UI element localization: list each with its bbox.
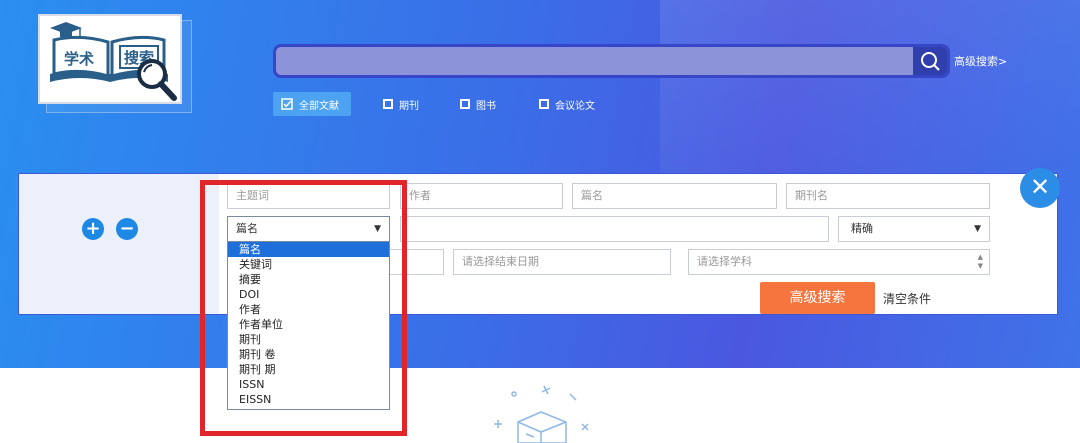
dropdown-option-abstract[interactable]: 摘要 bbox=[228, 272, 389, 287]
search-bar bbox=[273, 44, 950, 78]
dropdown-option-eissn[interactable]: EISSN bbox=[228, 392, 389, 407]
dropdown-option-keyword[interactable]: 关键词 bbox=[228, 257, 389, 272]
panel-left-area: + − bbox=[19, 174, 219, 314]
filter-journal-label: 期刊 bbox=[399, 100, 419, 112]
dropdown-option-author[interactable]: 作者 bbox=[228, 302, 389, 317]
dropdown-option-issn[interactable]: ISSN bbox=[228, 377, 389, 392]
checkbox-checked-icon bbox=[281, 98, 293, 110]
filter-conference-label: 会议论文 bbox=[555, 100, 595, 112]
title-field[interactable]: 篇名 bbox=[572, 183, 777, 209]
dropdown-option-affiliation[interactable]: 作者单位 bbox=[228, 317, 389, 332]
advanced-search-button[interactable]: 高级搜索 bbox=[760, 282, 875, 314]
advanced-search-link[interactable]: 高级搜索> bbox=[954, 53, 1007, 69]
dropdown-option-title[interactable]: 篇名 bbox=[228, 242, 389, 257]
dropdown-option-journal-issue[interactable]: 期刊 期 bbox=[228, 362, 389, 377]
spinner-icon: ▲ ▼ bbox=[977, 253, 983, 270]
filter-book[interactable]: 图书 bbox=[460, 92, 496, 116]
filter-conference[interactable]: 会议论文 bbox=[539, 92, 595, 116]
checkbox-icon bbox=[539, 99, 549, 109]
clear-conditions-link[interactable]: 清空条件 bbox=[883, 290, 931, 307]
dropdown-arrow-icon: ▼ bbox=[974, 224, 981, 234]
search-button[interactable] bbox=[913, 47, 947, 75]
logo-text-left: 学术 bbox=[64, 50, 94, 68]
dropdown-option-journal[interactable]: 期刊 bbox=[228, 332, 389, 347]
checkbox-icon bbox=[460, 99, 470, 109]
search-field-select-value: 篇名 bbox=[236, 222, 258, 235]
keyword-input[interactable] bbox=[400, 216, 829, 242]
book-magnifier-icon: 学术 搜索 bbox=[50, 22, 177, 101]
search-input[interactable] bbox=[276, 47, 912, 75]
checkbox-icon bbox=[383, 99, 393, 109]
match-type-select[interactable]: 精确 ▼ bbox=[838, 216, 990, 242]
remove-row-button[interactable]: − bbox=[116, 218, 138, 240]
match-type-select-value: 精确 bbox=[851, 222, 873, 235]
end-date-field[interactable]: 请选择结束日期 bbox=[453, 249, 671, 275]
subject-select-placeholder: 请选择学科 bbox=[697, 255, 752, 268]
dropdown-option-journal-volume[interactable]: 期刊 卷 bbox=[228, 347, 389, 362]
author-field[interactable]: 作者 bbox=[400, 183, 563, 209]
subject-term-field[interactable]: 主题词 bbox=[227, 183, 390, 209]
filter-all[interactable]: 全部文献 bbox=[273, 92, 351, 116]
close-panel-button[interactable]: ✕ bbox=[1020, 168, 1060, 208]
dropdown-option-doi[interactable]: DOI bbox=[228, 287, 389, 302]
search-field-select[interactable]: 篇名 ▼ bbox=[227, 216, 390, 242]
search-icon bbox=[921, 52, 940, 71]
logo[interactable]: 学术 搜索 bbox=[38, 14, 182, 104]
journal-name-field[interactable]: 期刊名 bbox=[786, 183, 990, 209]
dropdown-arrow-icon: ▼ bbox=[374, 224, 381, 234]
subject-select[interactable]: 请选择学科 ▲ ▼ bbox=[688, 249, 990, 275]
filter-journal[interactable]: 期刊 bbox=[383, 92, 419, 116]
search-field-dropdown: 篇名 关键词 摘要 DOI 作者 作者单位 期刊 期刊 卷 期刊 期 ISSN … bbox=[227, 241, 390, 410]
empty-box-icon bbox=[494, 385, 589, 443]
add-row-button[interactable]: + bbox=[82, 218, 104, 240]
filter-all-label: 全部文献 bbox=[299, 100, 339, 112]
filter-book-label: 图书 bbox=[476, 100, 496, 112]
